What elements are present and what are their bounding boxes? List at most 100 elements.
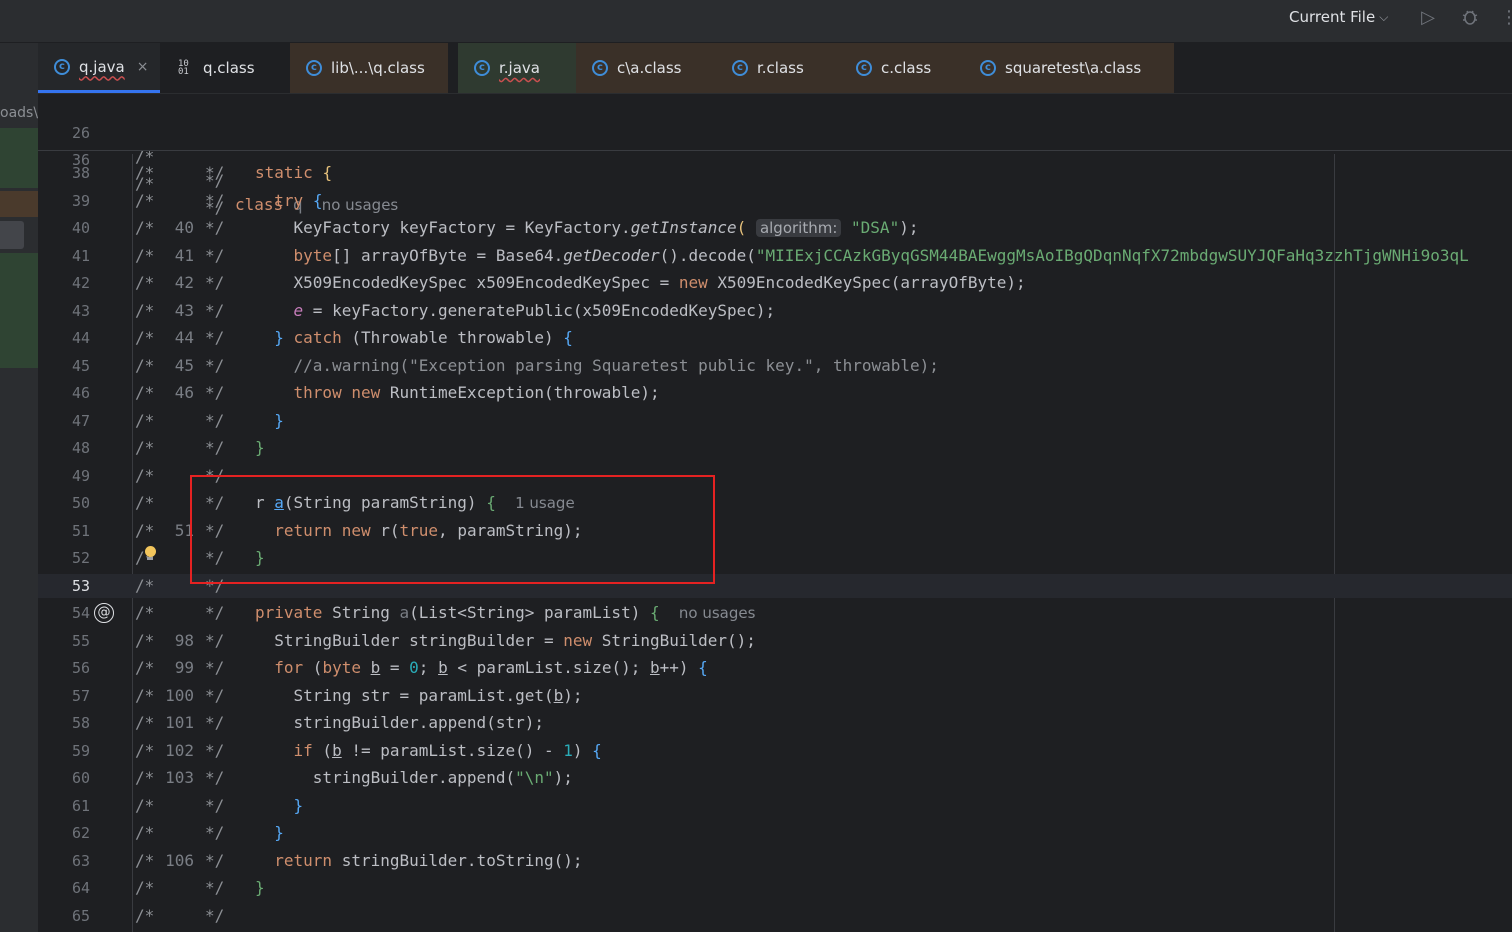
original-line-number: 101 — [165, 713, 194, 732]
keyword: catch — [293, 328, 342, 347]
line-number: 46 — [71, 384, 90, 402]
code-editor[interactable]: 26 /* */ class q no usages 36 /* */ 38 /*… — [38, 94, 1512, 932]
code: StringBuilder stringBuilder = new String… — [255, 629, 756, 653]
project-tree-highlight — [0, 253, 38, 368]
code-line[interactable]: 63 /* 106 */ return stringBuilder.toString(… — [38, 849, 1512, 873]
gutter-comment-close: */ — [205, 685, 225, 705]
line-number: 64 — [71, 879, 90, 897]
code-text: X509EncodedKeySpec x509EncodedKeySpec = — [293, 273, 679, 292]
code-line[interactable]: 61 /* */ } — [38, 794, 1512, 818]
sticky-lines-divider — [38, 150, 1512, 151]
tab-squaretest-a-class[interactable]: c squaretest\a.class — [964, 43, 1174, 93]
original-line-number: 46 — [174, 383, 194, 402]
line-number: 56 — [71, 659, 90, 677]
gutter-comment-close: */ — [205, 795, 225, 815]
code-text: ; — [418, 658, 439, 677]
code-line[interactable]: 64 /* */} — [38, 876, 1512, 900]
java-class-icon: c — [592, 60, 608, 76]
brace: { — [649, 603, 660, 622]
keyword: static — [255, 163, 313, 182]
tab-q-java[interactable]: c q.java × — [38, 43, 160, 93]
tab-q-class[interactable]: 10 01 q.class — [162, 43, 282, 93]
lightbulb-icon[interactable] — [145, 546, 157, 561]
tab-lib-q-class[interactable]: c lib\...\q.class — [290, 43, 448, 93]
run-configuration-dropdown[interactable]: Current File ⌵ — [1289, 8, 1388, 26]
code: KeyFactory keyFactory = KeyFactory.getIn… — [255, 216, 918, 240]
tab-c-a-class[interactable]: c c\a.class — [576, 43, 716, 93]
gutter-comment-close: */ — [205, 850, 225, 870]
gutter-comment-open: /* — [135, 465, 155, 485]
original-line-number: 41 — [174, 245, 194, 265]
gutter-comment-close: */ — [205, 273, 225, 292]
usage-hint[interactable]: no usages — [679, 604, 756, 622]
code: stringBuilder.append(str); — [255, 711, 544, 735]
code: for (byte b = 0; b < paramList.size(); b… — [255, 656, 708, 680]
gutter-comment-close: */ — [205, 410, 225, 430]
sticky-line[interactable]: 26 /* */ class q no usages — [38, 97, 1512, 214]
keyword: return — [274, 850, 333, 870]
run-icon[interactable]: ▷ — [1417, 7, 1439, 29]
original-line-number: 40 — [174, 218, 194, 237]
more-icon[interactable]: ⋮ — [1500, 7, 1512, 29]
sticky-line[interactable]: 36 /* */ — [38, 124, 1512, 217]
gutter-comment-open: /* — [135, 850, 155, 870]
gutter-comment-close: */ — [205, 300, 225, 320]
code-line[interactable]: 39 /* */ try { — [38, 189, 1512, 213]
editor-tab-bar: c q.java × 10 01 q.class c lib\...\q.clas… — [38, 43, 1512, 94]
code-line[interactable]: 46 /* 46 */ throw new RuntimeException(thro… — [38, 381, 1512, 405]
code-line[interactable]: 54 /* */ private String a(List<String> para… — [38, 601, 1512, 625]
project-tree-highlight — [0, 191, 38, 217]
code-line[interactable]: 55 /* 98 */ StringBuilder stringBuilder = n… — [38, 629, 1512, 653]
tab-r-java[interactable]: c r.java — [458, 43, 576, 93]
variable: b — [332, 740, 342, 760]
code-text: ) — [572, 740, 593, 760]
code-line[interactable]: 41 /* 41 */ byte[] arrayOfByte = Base64.get… — [38, 244, 1512, 268]
code-line[interactable]: 42 /* 42 */ X509EncodedKeySpec x509EncodedK… — [38, 271, 1512, 295]
code-line[interactable]: 62 /* */ } — [38, 821, 1512, 845]
keyword: byte — [293, 245, 333, 265]
code-line[interactable]: 43 /* 43 */ e = keyFactory.generatePublic(x… — [38, 299, 1512, 323]
code-line[interactable]: 47 /* */ } — [38, 409, 1512, 433]
code-line[interactable]: 65 /* */ — [38, 904, 1512, 928]
gutter-comment-open: /* — [135, 685, 155, 705]
line-number: 42 — [71, 274, 90, 292]
tab-r-class[interactable]: c r.class — [716, 43, 840, 93]
tab-label: squaretest\a.class — [1005, 59, 1142, 77]
original-line-number: 106 — [165, 850, 194, 870]
code-line[interactable]: 59 /* 102 */ if (b != paramList.size() - 1)… — [38, 739, 1512, 763]
line-number: 59 — [71, 741, 90, 760]
annotation-at-icon[interactable]: @ — [94, 603, 114, 623]
original-line-number: 100 — [165, 685, 194, 705]
tab-label: c.class — [881, 59, 932, 77]
chevron-down-icon: ⌵ — [1379, 9, 1389, 24]
gutter-comment-close: */ — [205, 658, 225, 677]
original-line-number: 99 — [174, 658, 194, 677]
gutter-comment-open: /* — [135, 878, 155, 897]
code-line[interactable]: 56 /* 99 */ for (byte b = 0; b < paramList.… — [38, 656, 1512, 680]
code-line[interactable]: 40 /* 40 */ KeyFactory keyFactory = KeyFact… — [38, 216, 1512, 240]
keyword: byte — [322, 658, 361, 677]
close-icon[interactable]: × — [137, 59, 149, 75]
code: try { — [255, 189, 322, 213]
code-line[interactable]: 60 /* 103 */ stringBuilder.append("\n"); — [38, 766, 1512, 790]
code: if (b != paramList.size() - 1) { — [255, 739, 602, 763]
code-line[interactable]: 57 /* 100 */ String str = paramList.get(b); — [38, 684, 1512, 708]
code-line[interactable]: 48 /* */} — [38, 436, 1512, 460]
code-line[interactable]: 45 /* 45 */ //a.warning("Exception parsing … — [38, 354, 1512, 378]
code-text: = — [380, 658, 410, 677]
code-line[interactable]: 44 /* 44 */ } catch (Throwable throwable) { — [38, 326, 1512, 350]
gutter-comment-close: */ — [205, 163, 225, 182]
field-reference: e — [293, 300, 304, 320]
java-class-icon: c — [306, 60, 322, 76]
project-tree-scroll-thumb[interactable] — [0, 221, 24, 249]
code-line[interactable]: 58 /* 101 */ stringBuilder.append(str); — [38, 711, 1512, 735]
tab-c-class[interactable]: c c.class — [840, 43, 964, 93]
project-tree-highlight — [0, 128, 38, 188]
brace: } — [274, 328, 284, 347]
debug-icon[interactable] — [1459, 7, 1481, 29]
gutter-comment-close: */ — [205, 740, 225, 760]
code-text: ().decode( — [659, 245, 756, 265]
code-line[interactable]: 38 /* */ static { — [38, 161, 1512, 185]
brace: { — [322, 163, 333, 182]
project-path-fragment: oads\ — [0, 105, 38, 121]
